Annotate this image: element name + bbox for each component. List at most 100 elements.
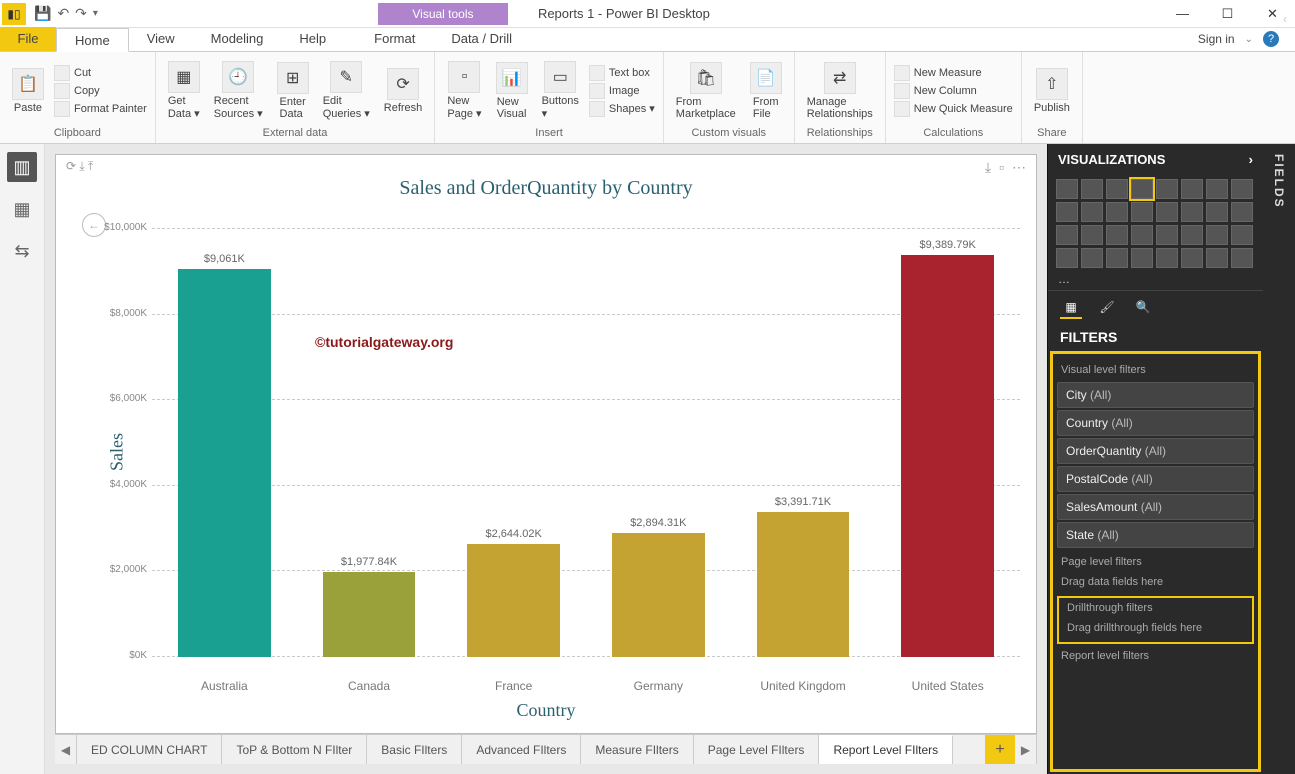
viz-type-tile[interactable]: [1156, 225, 1178, 245]
minimize-button[interactable]: —: [1160, 0, 1205, 28]
page-tab[interactable]: ED COLUMN CHART: [77, 735, 222, 764]
redo-icon[interactable]: ↷: [75, 5, 87, 22]
qat-dropdown-icon[interactable]: ▾: [93, 8, 98, 19]
format-painter-button[interactable]: Format Painter: [54, 101, 147, 117]
viz-type-tile[interactable]: [1231, 202, 1253, 222]
fields-panel-collapsed[interactable]: ‹ FIELDS: [1263, 144, 1295, 774]
viz-type-tile[interactable]: [1156, 248, 1178, 268]
viz-type-tile[interactable]: [1206, 179, 1228, 199]
page-tab[interactable]: Report Level FIlters: [819, 735, 953, 764]
viz-type-tile[interactable]: [1106, 202, 1128, 222]
bar[interactable]: $2,894.31K: [612, 533, 705, 657]
new-page-button[interactable]: ▫New Page ▾: [443, 59, 485, 122]
tab-data-drill[interactable]: Data / Drill: [433, 27, 530, 51]
viz-type-tile[interactable]: [1056, 202, 1078, 222]
bar[interactable]: $9,061K: [178, 269, 271, 657]
help-icon[interactable]: ?: [1263, 31, 1279, 47]
filter-card[interactable]: City (All): [1057, 382, 1254, 408]
tab-nav-left[interactable]: ◀: [55, 735, 77, 764]
viz-type-tile[interactable]: [1231, 248, 1253, 268]
image-button[interactable]: Image: [589, 83, 655, 99]
report-canvas[interactable]: ⟳ ⤓ ⤒ ⤓ ▫ ⋯ Sales and OrderQuantity by C…: [55, 154, 1037, 734]
report-view-icon[interactable]: ▥: [7, 152, 37, 182]
bar[interactable]: $2,644.02K: [467, 544, 560, 657]
tab-nav-right[interactable]: ▶: [1015, 735, 1037, 764]
viz-type-tile[interactable]: [1106, 225, 1128, 245]
filter-card[interactable]: PostalCode (All): [1057, 466, 1254, 492]
viz-type-tile[interactable]: [1231, 225, 1253, 245]
publish-button[interactable]: ⇧Publish: [1030, 66, 1074, 116]
manage-relationships-button[interactable]: ⇄Manage Relationships: [803, 60, 877, 122]
bar[interactable]: $1,977.84K: [323, 572, 416, 657]
bar[interactable]: $9,389.79K: [901, 255, 994, 657]
tab-help[interactable]: Help: [281, 27, 344, 51]
viz-more-icon[interactable]: …: [1048, 272, 1263, 290]
drill-controls[interactable]: ⟳ ⤓ ⤒: [66, 159, 93, 174]
new-visual-button[interactable]: 📊New Visual: [492, 60, 532, 122]
viz-type-tile[interactable]: [1131, 202, 1153, 222]
chevron-down-icon[interactable]: ⌄: [1245, 34, 1253, 45]
page-tab[interactable]: Basic FIlters: [367, 735, 462, 764]
maximize-button[interactable]: ☐: [1205, 0, 1250, 28]
close-button[interactable]: ✕: [1250, 0, 1295, 28]
enter-data-button[interactable]: ⊞Enter Data: [273, 60, 313, 122]
file-tab[interactable]: File: [0, 27, 56, 51]
viz-type-tile[interactable]: [1181, 248, 1203, 268]
get-data-button[interactable]: ▦Get Data ▾: [164, 59, 204, 122]
page-tab[interactable]: Measure FIlters: [581, 735, 693, 764]
focus-mode-icon[interactable]: ⤓: [985, 159, 991, 176]
viz-type-tile[interactable]: [1206, 248, 1228, 268]
page-tab[interactable]: Advanced FIlters: [462, 735, 581, 764]
viz-type-tile[interactable]: [1056, 179, 1078, 199]
page-tab[interactable]: Page Level FIlters: [694, 735, 820, 764]
viz-type-tile[interactable]: [1056, 248, 1078, 268]
filter-card[interactable]: OrderQuantity (All): [1057, 438, 1254, 464]
filter-card[interactable]: Country (All): [1057, 410, 1254, 436]
chevron-right-icon[interactable]: ›: [1249, 152, 1253, 167]
drag-data-hint[interactable]: Drag data fields here: [1057, 572, 1254, 592]
recent-sources-button[interactable]: 🕘Recent Sources ▾: [210, 59, 267, 122]
page-tab[interactable]: ToP & Bottom N FIlter: [222, 735, 367, 764]
shapes-button[interactable]: Shapes ▾: [589, 101, 655, 117]
from-file-button[interactable]: 📄From File: [746, 60, 786, 122]
cut-button[interactable]: Cut: [54, 65, 147, 81]
viz-type-tile[interactable]: [1206, 225, 1228, 245]
export-icon[interactable]: ▫: [999, 159, 1004, 176]
tab-format[interactable]: Format: [356, 27, 433, 51]
format-mode-icon[interactable]: 🖌: [1096, 297, 1118, 319]
refresh-button[interactable]: ⟳Refresh: [380, 66, 427, 116]
tab-view[interactable]: View: [129, 27, 193, 51]
viz-type-tile[interactable]: [1081, 248, 1103, 268]
viz-type-tile[interactable]: [1131, 179, 1153, 199]
add-page-button[interactable]: +: [985, 735, 1015, 764]
buttons-button[interactable]: ▭Buttons ▾: [538, 59, 583, 122]
new-quick-measure-button[interactable]: New Quick Measure: [894, 101, 1013, 117]
visualization-picker[interactable]: [1048, 175, 1263, 272]
viz-type-tile[interactable]: [1106, 248, 1128, 268]
analytics-mode-icon[interactable]: 🔍: [1132, 297, 1154, 319]
from-marketplace-button[interactable]: 🛍From Marketplace: [672, 60, 740, 122]
bar[interactable]: $3,391.71K: [757, 512, 850, 657]
viz-type-tile[interactable]: [1156, 202, 1178, 222]
copy-button[interactable]: Copy: [54, 83, 147, 99]
bar-chart[interactable]: Sales and OrderQuantity by Country ← Sal…: [62, 177, 1030, 727]
paste-button[interactable]: 📋Paste: [8, 66, 48, 116]
tab-modeling[interactable]: Modeling: [193, 27, 282, 51]
new-measure-button[interactable]: New Measure: [894, 65, 1013, 81]
filter-card[interactable]: SalesAmount (All): [1057, 494, 1254, 520]
chevron-left-icon[interactable]: ‹: [1283, 12, 1287, 26]
viz-type-tile[interactable]: [1156, 179, 1178, 199]
viz-type-tile[interactable]: [1181, 225, 1203, 245]
sign-in-link[interactable]: Sign in: [1198, 32, 1235, 46]
drag-drill-hint[interactable]: Drag drillthrough fields here: [1063, 618, 1248, 638]
viz-type-tile[interactable]: [1081, 225, 1103, 245]
undo-icon[interactable]: ↶: [57, 5, 69, 22]
viz-type-tile[interactable]: [1231, 179, 1253, 199]
viz-type-tile[interactable]: [1081, 179, 1103, 199]
model-view-icon[interactable]: ⇆: [7, 236, 37, 266]
viz-type-tile[interactable]: [1056, 225, 1078, 245]
save-icon[interactable]: 💾: [34, 5, 51, 22]
more-options-icon[interactable]: ⋯: [1012, 159, 1026, 176]
filter-card[interactable]: State (All): [1057, 522, 1254, 548]
viz-type-tile[interactable]: [1131, 248, 1153, 268]
